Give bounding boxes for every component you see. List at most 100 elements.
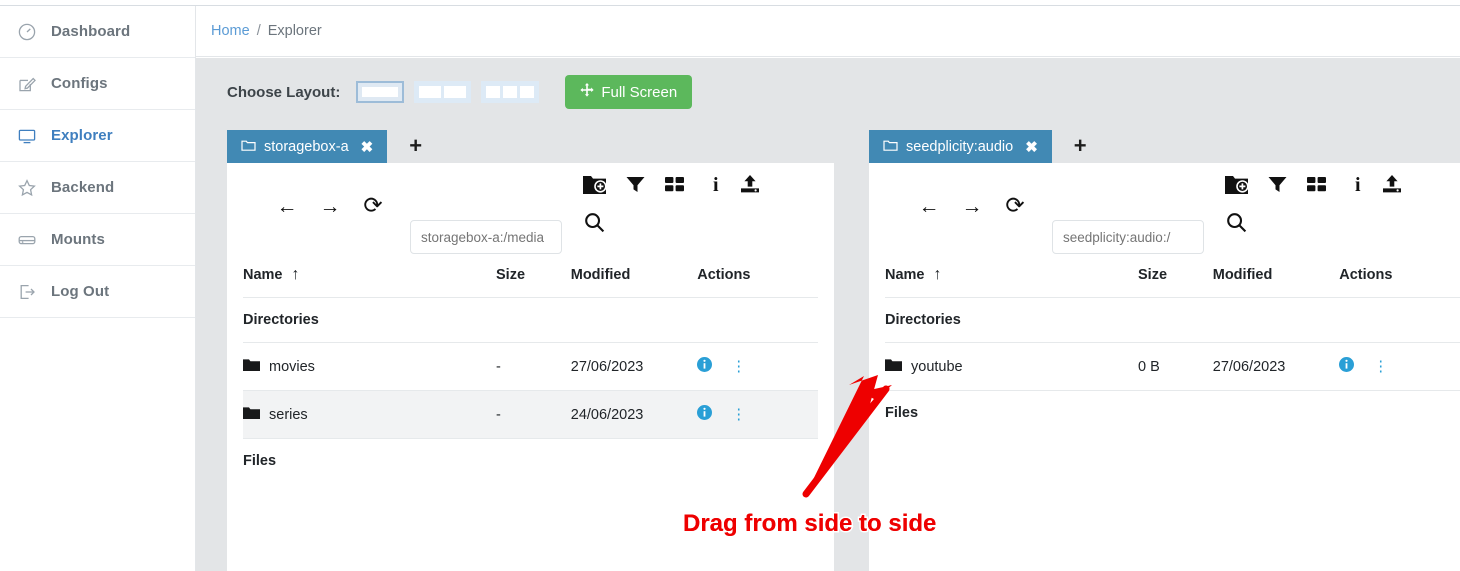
refresh-button[interactable]: ⟳ [359, 191, 387, 219]
column-header-name[interactable]: Name ↑ [885, 259, 1138, 298]
path-input[interactable] [410, 220, 562, 254]
column-header-modified[interactable]: Modified [1213, 259, 1340, 298]
tab-seedplicity-audio[interactable]: seedplicity:audio ✖ [869, 130, 1052, 163]
table-row[interactable]: series - 24/06/2023 ⋮ [243, 390, 818, 439]
file-panel-right: seedplicity:audio ✖ + ← → ⟳ seedplicity:… [869, 126, 1460, 571]
grid-view-icon[interactable] [1307, 176, 1327, 193]
group-label: Files [243, 438, 496, 483]
search-icon[interactable] [584, 212, 605, 233]
close-icon[interactable]: ✖ [361, 138, 374, 156]
file-panel-left: storagebox-a ✖ + ← → ⟳ storagebox-a:/med… [227, 126, 834, 571]
close-icon[interactable]: ✖ [1025, 138, 1038, 156]
sidebar: Dashboard Configs Explorer Backend Mount… [0, 6, 196, 571]
table-header-row: Name ↑ Size Modified Actions [243, 259, 818, 298]
column-header-actions: Actions [697, 267, 751, 283]
edit-square-icon [16, 73, 38, 95]
grid-view-icon[interactable] [665, 176, 685, 193]
tab-label: storagebox-a [264, 138, 349, 155]
sidebar-item-explorer[interactable]: Explorer [0, 110, 195, 162]
panel-toolbar: ← → ⟳ [227, 163, 834, 259]
cell-modified: 24/06/2023 [570, 390, 698, 439]
full-screen-button[interactable]: Full Screen [565, 75, 693, 109]
monitor-icon [16, 125, 38, 147]
layout-pane [520, 86, 535, 98]
back-button[interactable]: ← [915, 193, 943, 221]
sidebar-item-label: Log Out [51, 283, 110, 300]
group-row-files: Files [243, 438, 818, 483]
sidebar-item-dashboard[interactable]: Dashboard [0, 6, 195, 58]
group-row-files: Files [885, 390, 1460, 435]
sidebar-item-mounts[interactable]: Mounts [0, 214, 195, 266]
cell-actions: ⋮ [1339, 342, 1460, 391]
row-menu-icon[interactable]: ⋮ [1373, 359, 1388, 374]
add-tab-button[interactable]: + [1074, 135, 1087, 163]
table-row[interactable]: movies - 27/06/2023 ⋮ [243, 342, 818, 391]
row-info-icon[interactable] [697, 405, 713, 424]
cell-name: youtube [885, 342, 1138, 391]
column-header-name[interactable]: Name ↑ [243, 259, 496, 298]
group-row-directories: Directories [885, 297, 1460, 343]
layout-pane [419, 86, 442, 98]
cell-modified: 27/06/2023 [1212, 342, 1340, 391]
row-menu-icon[interactable]: ⋮ [731, 407, 746, 422]
folder-icon [243, 358, 260, 375]
forward-button[interactable]: → [958, 193, 986, 221]
explorer-app: Dashboard Configs Explorer Backend Mount… [0, 0, 1460, 571]
column-header-size[interactable]: Size [496, 259, 571, 298]
layout-option-3-pane[interactable] [481, 81, 540, 103]
upload-icon[interactable] [739, 175, 761, 194]
group-row-directories: Directories [243, 297, 818, 343]
drive-icon [16, 229, 38, 251]
group-label: Files [885, 390, 1138, 435]
layout-toolbar: Choose Layout: Full Screen [196, 58, 1460, 126]
info-icon[interactable]: i [713, 174, 719, 197]
column-header-size[interactable]: Size [1138, 259, 1213, 298]
new-folder-icon[interactable] [1224, 173, 1250, 197]
path-input[interactable] [1052, 220, 1204, 254]
filter-icon[interactable] [1268, 176, 1287, 193]
cell-actions: ⋮ [697, 342, 818, 391]
sidebar-item-log-out[interactable]: Log Out [0, 266, 195, 318]
back-button[interactable]: ← [273, 193, 301, 221]
row-info-icon[interactable] [1339, 357, 1355, 376]
cell-name: movies [243, 342, 496, 391]
cell-size: - [496, 342, 571, 391]
logout-icon [16, 281, 38, 303]
file-name: movies [269, 358, 315, 375]
table-header-row: Name ↑ Size Modified Actions [885, 259, 1460, 298]
column-header-actions: Actions [1339, 267, 1393, 283]
layout-option-2-pane[interactable] [414, 81, 472, 103]
info-icon[interactable]: i [1355, 174, 1361, 197]
tab-storagebox-a[interactable]: storagebox-a ✖ [227, 130, 388, 163]
panel-body: ← → ⟳ [869, 163, 1460, 571]
breadcrumb-separator: / [256, 23, 261, 39]
upload-icon[interactable] [1381, 175, 1403, 194]
choose-layout-label: Choose Layout: [227, 83, 341, 101]
tab-label: seedplicity:audio [906, 138, 1014, 155]
panel-toolbar: ← → ⟳ [869, 163, 1460, 259]
sidebar-item-label: Configs [51, 75, 108, 92]
column-header-modified[interactable]: Modified [571, 259, 698, 298]
search-icon[interactable] [1226, 212, 1247, 233]
breadcrumb: Home / Explorer [196, 6, 1460, 57]
file-table-wrap: Name ↑ Size Modified Actions Directories… [227, 259, 834, 483]
layout-pane [503, 86, 518, 98]
layout-option-1-pane[interactable] [356, 81, 405, 103]
row-menu-icon[interactable]: ⋮ [731, 359, 746, 374]
refresh-button[interactable]: ⟳ [1001, 191, 1029, 219]
folder-icon [885, 358, 902, 375]
sidebar-item-backend[interactable]: Backend [0, 162, 195, 214]
cell-size: - [496, 390, 571, 439]
new-folder-icon[interactable] [582, 173, 608, 197]
sidebar-item-label: Dashboard [51, 23, 131, 40]
forward-button[interactable]: → [316, 193, 344, 221]
add-tab-button[interactable]: + [409, 135, 422, 163]
group-label: Directories [243, 297, 496, 343]
column-label: Name [885, 267, 925, 283]
breadcrumb-home[interactable]: Home [211, 23, 250, 39]
filter-icon[interactable] [626, 176, 645, 193]
sidebar-item-configs[interactable]: Configs [0, 58, 195, 110]
table-row[interactable]: youtube 0 B 27/06/2023 ⋮ [885, 342, 1460, 391]
row-info-icon[interactable] [697, 357, 713, 376]
cell-actions: ⋮ [697, 390, 818, 439]
